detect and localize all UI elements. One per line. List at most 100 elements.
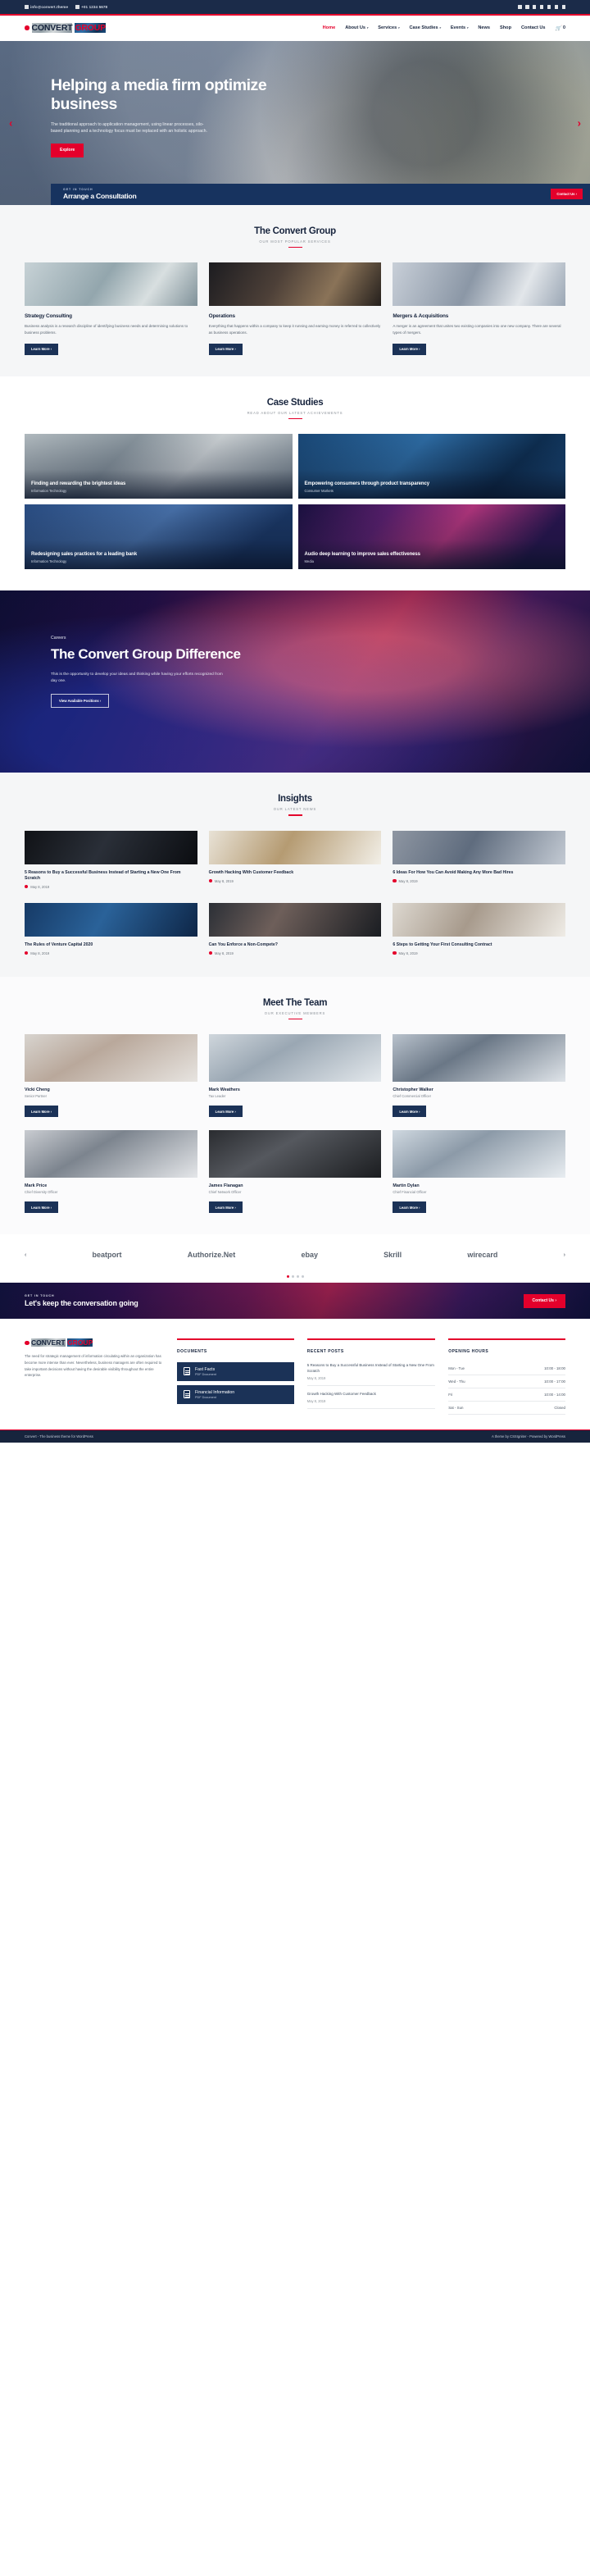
careers-banner: Careers The Convert Group Difference Thi… [0, 590, 590, 773]
team-member-name: James Flanagan [208, 1183, 243, 1189]
team-learn-more-button[interactable]: Learn More › [25, 1201, 59, 1214]
carousel-dot[interactable] [301, 1275, 304, 1279]
opening-hours-heading: OPENING HOURS [448, 1348, 489, 1354]
chevron-down-icon: ▾ [466, 26, 469, 30]
insight-title: Can You Enforce a Non-Compete? [208, 941, 278, 947]
partners-prev-arrow[interactable]: ‹ [25, 1252, 26, 1258]
view-positions-button[interactable]: View Available Positions › [51, 694, 110, 709]
email-contact[interactable]: info@convert.theme [25, 5, 68, 9]
insight-card[interactable]: Can You Enforce a Non-Compete? May 8, 20… [208, 902, 382, 955]
hero-paragraph: The traditional approach to application … [51, 122, 207, 134]
site-logo[interactable]: CONVERT GROUP [25, 23, 106, 34]
carousel-dot[interactable] [291, 1275, 294, 1279]
insight-card[interactable]: 6 Ideas For How You Can Avoid Making Any… [393, 830, 565, 889]
twitter-icon[interactable] [525, 5, 529, 9]
team-learn-more-button[interactable]: Learn More › [393, 1201, 427, 1214]
partner-logo-beatport[interactable]: beatport [93, 1251, 122, 1259]
case-study-caption: Empowering consumers through product tra… [305, 481, 560, 494]
instagram-icon[interactable] [554, 5, 559, 9]
cta-contact-button[interactable]: Contact Us › [523, 1293, 565, 1308]
facebook-icon[interactable] [518, 5, 522, 9]
document-labels: Financial Information PDF Document [195, 1390, 234, 1399]
recent-posts-heading: RECENT POSTS [306, 1348, 344, 1354]
case-study-card[interactable]: Finding and rewarding the brightest idea… [25, 434, 293, 499]
linkedin-icon[interactable] [547, 5, 551, 9]
insight-date-text: May 8, 2019 [30, 951, 50, 955]
document-link-fast-facts[interactable]: Fast Facts PDF Document [177, 1361, 294, 1381]
team-member-card[interactable]: Christopher Walker Chief Commercial Offi… [393, 1034, 565, 1118]
insight-card[interactable]: The Rules of Venture Capital 2020 May 8,… [25, 902, 197, 955]
nav-item-contact-us[interactable]: Contact Us [521, 25, 546, 30]
top-bar: info@convert.theme +01 1234 5678 [0, 0, 590, 14]
case-study-card[interactable]: Empowering consumers through product tra… [297, 434, 565, 499]
insight-title: 6 Steps to Getting Your First Consulting… [393, 941, 492, 947]
insight-date: May 8, 2019 [25, 951, 197, 955]
service-learn-more-button[interactable]: Learn More › [393, 343, 427, 355]
insight-date-text: May 8, 2019 [214, 878, 234, 883]
rss-icon[interactable] [561, 5, 565, 9]
nav-label: Case Studies [409, 25, 438, 31]
team-member-card[interactable]: Martin Dylan Chief Financial Officer Lea… [393, 1130, 565, 1214]
team-member-photo [25, 1034, 197, 1083]
service-learn-more-button[interactable]: Learn More › [208, 343, 243, 355]
consultation-contact-button[interactable]: Contact Us › [551, 189, 583, 200]
nav-item-case-studies[interactable]: Case Studies ▾ [409, 25, 440, 30]
team-header: Meet The Team OUR EXECUTIVE MEMBERS [25, 998, 565, 1020]
case-study-category: Media [304, 559, 314, 564]
nav-item-news[interactable]: News [478, 25, 490, 30]
recent-post-title[interactable]: 5 Reasons to Buy a Successful Business I… [307, 1362, 435, 1374]
nav-item-about-us[interactable]: About Us ▾ [345, 25, 368, 30]
service-card[interactable]: Mergers & Acquisitions A merger is an ag… [393, 262, 565, 355]
team-member-card[interactable]: Mark Weathers Tax Leader Learn More › [208, 1034, 382, 1118]
footer-logo[interactable]: CONVERT GROUP [25, 1338, 164, 1347]
insights-heading: Insights [278, 794, 312, 805]
service-learn-more-button[interactable]: Learn More › [25, 343, 59, 355]
envelope-icon [25, 5, 29, 9]
pdf-file-icon [184, 1390, 190, 1399]
partner-logo-authorize-net[interactable]: Authorize.Net [188, 1251, 236, 1259]
recent-post-title[interactable]: Growth Hacking With Customer Feedback [307, 1391, 435, 1397]
document-title: Fast Facts [195, 1366, 216, 1372]
partners-next-arrow[interactable]: › [564, 1252, 565, 1258]
team-member-card[interactable]: Vicki Cheng Senior Partner Learn More › [25, 1034, 197, 1118]
service-card[interactable]: Strategy Consulting Business analysis is… [25, 262, 197, 355]
partner-logo-ebay[interactable]: ebay [301, 1251, 318, 1259]
insight-card[interactable]: Growth Hacking With Customer Feedback Ma… [208, 830, 382, 889]
case-study-card[interactable]: Audio deep learning to improve sales eff… [297, 504, 565, 570]
team-member-card[interactable]: James Flanagan Chief Network Officer Lea… [208, 1130, 382, 1214]
nav-item-home[interactable]: Home [323, 25, 336, 30]
youtube-icon[interactable] [533, 5, 537, 9]
hero-explore-button[interactable]: Explore [51, 143, 84, 157]
insight-image [208, 830, 382, 864]
team-learn-more-button[interactable]: Learn More › [25, 1106, 59, 1118]
document-link-financial-information[interactable]: Financial Information PDF Document [177, 1384, 294, 1404]
case-study-card[interactable]: Redesigning sales practices for a leadin… [25, 504, 293, 570]
nav-item-shop[interactable]: Shop [500, 25, 511, 30]
insight-card[interactable]: 6 Steps to Getting Your First Consulting… [393, 902, 565, 955]
pdf-file-icon [184, 1367, 190, 1376]
cart-button[interactable]: 🛒 0 [556, 25, 565, 31]
team-learn-more-button[interactable]: Learn More › [208, 1201, 243, 1214]
careers-kicker: Careers [51, 636, 66, 641]
insight-card[interactable]: 5 Reasons to Buy a Successful Business I… [25, 830, 197, 889]
hours-row: Mon - Tue 10:00 - 18:00 [448, 1362, 565, 1375]
team-member-card[interactable]: Mark Price Chief Diversity Officer Learn… [25, 1130, 197, 1214]
flickr-icon[interactable] [539, 5, 544, 9]
service-card[interactable]: Operations Everything that happens withi… [208, 262, 382, 355]
partner-logo-skrill[interactable]: Skrill [384, 1251, 402, 1259]
hero-prev-arrow[interactable]: ‹ [9, 116, 12, 129]
partner-logo-wirecard[interactable]: wirecard [467, 1251, 497, 1259]
phone-contact[interactable]: +01 1234 5678 [75, 5, 107, 9]
insight-image [393, 902, 565, 937]
recent-post-item[interactable]: Growth Hacking With Customer Feedback Ma… [306, 1391, 436, 1410]
nav-item-events[interactable]: Events ▾ [451, 25, 469, 30]
team-learn-more-button[interactable]: Learn More › [393, 1106, 427, 1118]
team-learn-more-button[interactable]: Learn More › [208, 1106, 243, 1118]
hero-next-arrow[interactable]: › [578, 116, 581, 129]
hours-day: Sat - Sun [448, 1405, 464, 1410]
carousel-dot[interactable] [286, 1275, 289, 1279]
phone-text: +01 1234 5678 [81, 5, 108, 9]
carousel-dot[interactable] [296, 1275, 299, 1279]
recent-post-item[interactable]: 5 Reasons to Buy a Successful Business I… [306, 1362, 436, 1387]
nav-item-services[interactable]: Services ▾ [378, 25, 399, 30]
